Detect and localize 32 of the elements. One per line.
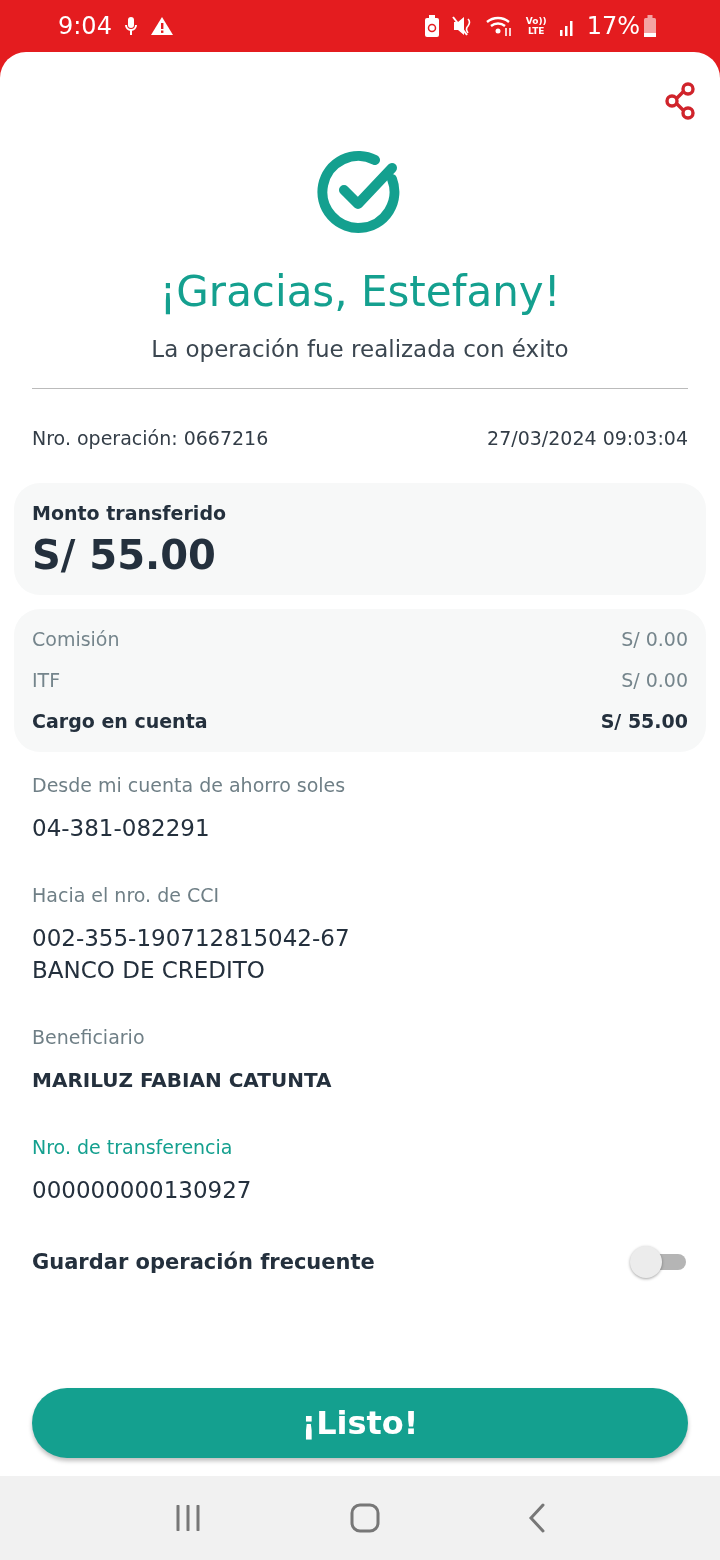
wifi-icon <box>485 15 514 37</box>
detail-value: 002-355-190712815042-67 BANCO DE CREDITO <box>32 924 351 985</box>
charge-label: Cargo en cuenta <box>32 709 208 734</box>
success-title: ¡Gracias, Estefany! <box>158 267 562 316</box>
share-button[interactable] <box>664 82 698 120</box>
charge-value: S/ 0.00 <box>621 627 688 652</box>
charge-label: Comisión <box>32 627 120 652</box>
detail-label: Hacia el nro. de CCI <box>32 884 221 906</box>
operation-number: Nro. operación: 0667216 <box>32 427 269 449</box>
detail-label: Nro. de transferencia <box>32 1136 234 1158</box>
detail-label: Desde mi cuenta de ahorro soles <box>32 774 347 796</box>
charge-value: S/ 0.00 <box>621 668 688 693</box>
operation-datetime: 27/03/2024 09:03:04 <box>487 427 688 449</box>
detail-value: 000000000130927 <box>32 1176 253 1205</box>
detail-value: 04-381-082291 <box>32 814 211 843</box>
toggle-label: Guardar operación frecuente <box>32 1250 375 1274</box>
success-subtitle: La operación fue realizada con éxito <box>150 336 570 362</box>
amount-label: Monto transferido <box>32 502 228 524</box>
battery-percent: 17% <box>586 12 640 40</box>
battery-icon <box>644 15 656 37</box>
detail-value: MARILUZ FABIAN CATUNTA <box>32 1067 333 1094</box>
microphone-icon <box>123 16 138 36</box>
charge-value: S/ 55.00 <box>600 709 688 734</box>
warning-icon <box>149 16 174 36</box>
frequent-switch[interactable] <box>630 1244 688 1280</box>
charge-label: ITF <box>32 668 61 693</box>
done-button[interactable]: ¡Listo! <box>32 1388 688 1458</box>
clock-time: 9:04 <box>58 12 112 40</box>
volte-indicator: Vo)) LTE <box>525 16 547 36</box>
battery-saver-icon <box>423 15 440 37</box>
amount-value: S/ 55.00 <box>32 532 217 578</box>
detail-label: Beneficiario <box>32 1026 146 1048</box>
